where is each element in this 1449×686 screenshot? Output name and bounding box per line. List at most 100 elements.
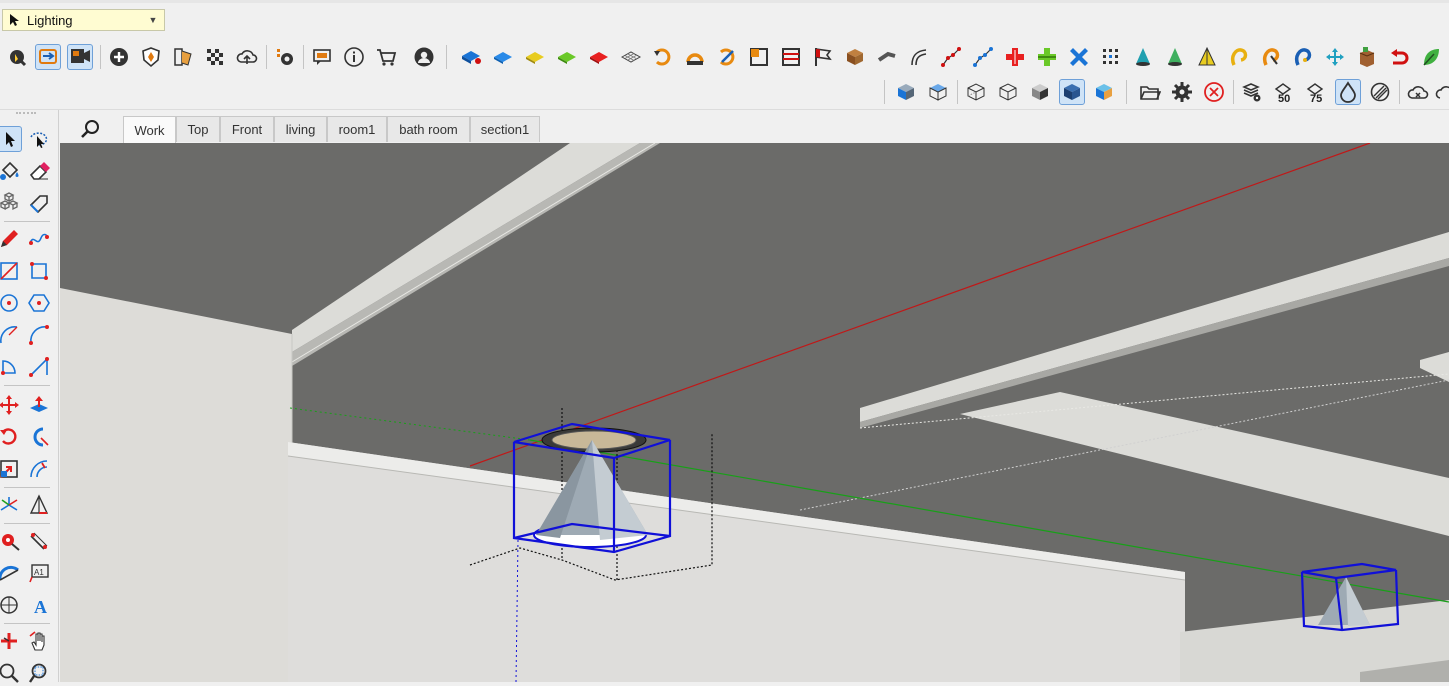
frame-icon[interactable] bbox=[746, 44, 772, 70]
cone-green-icon[interactable] bbox=[1162, 44, 1188, 70]
rotate-half-icon[interactable] bbox=[682, 44, 708, 70]
arc-icon[interactable] bbox=[0, 322, 22, 348]
crate-icon[interactable] bbox=[1354, 44, 1380, 70]
tab-top[interactable]: Top bbox=[176, 116, 220, 142]
cross-blue-icon[interactable] bbox=[1066, 44, 1092, 70]
two-point-arc-icon[interactable] bbox=[26, 322, 52, 348]
drop-icon[interactable] bbox=[1335, 79, 1361, 105]
search-icon[interactable] bbox=[80, 118, 102, 140]
push-pull-icon[interactable] bbox=[26, 392, 52, 418]
select-icon[interactable] bbox=[0, 126, 22, 152]
pencil-icon[interactable] bbox=[0, 226, 22, 252]
extension-settings-icon[interactable] bbox=[272, 44, 298, 70]
tab-work[interactable]: Work bbox=[123, 116, 176, 143]
paint-bucket-icon[interactable] bbox=[0, 158, 22, 184]
scale-icon[interactable] bbox=[0, 456, 22, 482]
curve-icon[interactable] bbox=[906, 44, 932, 70]
plus-green-icon[interactable] bbox=[1034, 44, 1060, 70]
seventy-five-icon[interactable]: 75 bbox=[1303, 79, 1329, 105]
solid-blue-icon[interactable] bbox=[458, 44, 484, 70]
cone-teal-icon[interactable] bbox=[1130, 44, 1156, 70]
follow-me-icon[interactable] bbox=[26, 424, 52, 450]
freehand-icon[interactable] bbox=[26, 226, 52, 252]
rotate-icon[interactable] bbox=[0, 424, 22, 450]
tag-icon[interactable] bbox=[26, 190, 52, 216]
lasso-icon[interactable] bbox=[26, 126, 52, 152]
leaf-icon[interactable] bbox=[1418, 44, 1444, 70]
loop-orange-icon[interactable] bbox=[1258, 44, 1284, 70]
orbit-camera-icon[interactable] bbox=[35, 44, 61, 70]
axes-icon[interactable] bbox=[0, 492, 22, 518]
chevron-down-icon[interactable]: ▼ bbox=[146, 15, 160, 25]
layer-dropdown[interactable]: Lighting ▼ bbox=[2, 9, 165, 31]
lines-icon[interactable] bbox=[778, 44, 804, 70]
plus-red-icon[interactable] bbox=[1002, 44, 1028, 70]
folder-icon[interactable] bbox=[1137, 79, 1163, 105]
loop-blue-icon[interactable] bbox=[1290, 44, 1316, 70]
wireframe-icon[interactable] bbox=[618, 44, 644, 70]
position-camera-icon[interactable] bbox=[67, 44, 93, 70]
grid-dots-icon[interactable] bbox=[1098, 44, 1124, 70]
select-alt-icon[interactable] bbox=[4, 44, 30, 70]
eye-layers-icon[interactable] bbox=[1239, 79, 1265, 105]
rectangle-icon[interactable] bbox=[0, 258, 22, 284]
pyramid-icon[interactable] bbox=[26, 492, 52, 518]
cart-icon[interactable] bbox=[373, 44, 399, 70]
three-point-arc-icon[interactable] bbox=[26, 354, 52, 380]
components-icon[interactable] bbox=[0, 190, 22, 216]
loop-yellow-icon[interactable] bbox=[1226, 44, 1252, 70]
cone-yellow-icon[interactable] bbox=[1194, 44, 1220, 70]
dots-red-icon[interactable] bbox=[938, 44, 964, 70]
solid-red-icon[interactable] bbox=[586, 44, 612, 70]
hidden-line-icon[interactable] bbox=[1027, 79, 1053, 105]
move-teal-icon[interactable] bbox=[1322, 44, 1348, 70]
text-icon[interactable]: A1 bbox=[26, 560, 52, 586]
tab-bath-room[interactable]: bath room bbox=[387, 116, 470, 142]
shaded-icon[interactable] bbox=[1059, 79, 1085, 105]
tab-section1[interactable]: section1 bbox=[470, 116, 540, 142]
account-icon[interactable] bbox=[411, 44, 437, 70]
wireframe-view-icon[interactable] bbox=[995, 79, 1021, 105]
cloud-icon[interactable] bbox=[1433, 79, 1449, 105]
cloud-x-icon[interactable] bbox=[1405, 79, 1431, 105]
gear-icon[interactable] bbox=[1169, 79, 1195, 105]
circle-icon[interactable] bbox=[0, 290, 22, 316]
flag-icon[interactable] bbox=[810, 44, 836, 70]
iso-view-icon[interactable] bbox=[893, 79, 919, 105]
solid-blue2-icon[interactable] bbox=[490, 44, 516, 70]
pie-icon[interactable] bbox=[0, 354, 22, 380]
axes-letter-icon[interactable] bbox=[0, 628, 22, 654]
rotate-orange-icon[interactable] bbox=[650, 44, 676, 70]
tape-icon[interactable] bbox=[0, 528, 22, 554]
protractor-icon[interactable] bbox=[0, 560, 22, 586]
undo-red-icon[interactable] bbox=[1386, 44, 1412, 70]
hand-icon[interactable] bbox=[26, 628, 52, 654]
fifty-icon[interactable]: 50 bbox=[1271, 79, 1297, 105]
3d-text-icon[interactable]: A bbox=[26, 592, 52, 618]
rotate-alt-icon[interactable] bbox=[714, 44, 740, 70]
info-icon[interactable] bbox=[341, 44, 367, 70]
zoom-icon[interactable] bbox=[0, 660, 22, 686]
solid-green-icon[interactable] bbox=[554, 44, 580, 70]
offset-icon[interactable] bbox=[26, 456, 52, 482]
top-view-icon[interactable] bbox=[925, 79, 951, 105]
tab-room1[interactable]: room1 bbox=[327, 116, 387, 142]
grip-handle[interactable] bbox=[16, 112, 36, 116]
polygon-icon[interactable] bbox=[26, 290, 52, 316]
section-plane-icon[interactable] bbox=[0, 592, 22, 618]
xray-icon[interactable] bbox=[963, 79, 989, 105]
move-icon[interactable] bbox=[0, 392, 22, 418]
solid-yellow-icon[interactable] bbox=[522, 44, 548, 70]
add-location-icon[interactable] bbox=[106, 44, 132, 70]
hatch-icon[interactable] bbox=[1367, 79, 1393, 105]
pipe-icon[interactable] bbox=[874, 44, 900, 70]
materials-icon[interactable] bbox=[170, 44, 196, 70]
model-viewport[interactable] bbox=[60, 143, 1449, 682]
tab-front[interactable]: Front bbox=[220, 116, 274, 142]
dots-blue-icon[interactable] bbox=[970, 44, 996, 70]
box-wood-icon[interactable] bbox=[842, 44, 868, 70]
checker-icon[interactable] bbox=[202, 44, 228, 70]
cloud-upload-icon[interactable] bbox=[234, 44, 260, 70]
zoom-window-icon[interactable] bbox=[26, 660, 52, 686]
dimension-icon[interactable] bbox=[26, 528, 52, 554]
